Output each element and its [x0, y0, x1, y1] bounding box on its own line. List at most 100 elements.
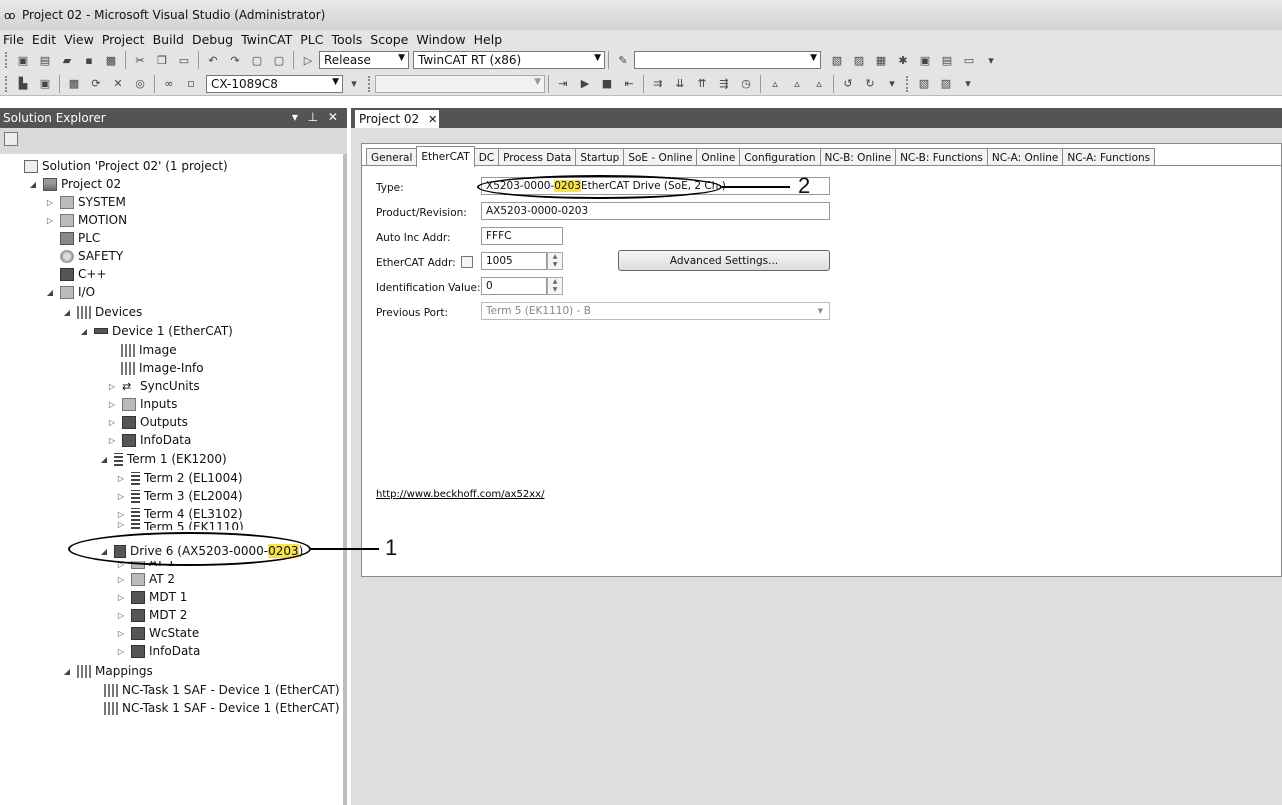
- restart-twincat-icon[interactable]: ▣: [37, 77, 53, 91]
- tree-item-term1[interactable]: ◢ Term 1 (EK1200): [98, 450, 227, 468]
- find-icon[interactable]: ✎: [615, 53, 631, 67]
- toolbar-grip[interactable]: [906, 75, 910, 92]
- config-mode-icon[interactable]: ▩: [66, 77, 82, 91]
- solution-platform-select[interactable]: TwinCAT RT (x86) ▼: [413, 51, 605, 69]
- save-icon[interactable]: ▪: [81, 53, 97, 67]
- tree-item-mapping1[interactable]: NC-Task 1 SAF - Device 1 (EtherCAT) 1: [104, 681, 343, 699]
- collapse-arrow-icon[interactable]: ◢: [61, 667, 73, 676]
- expand-arrow-icon[interactable]: ▷: [44, 216, 56, 225]
- tree-item-system[interactable]: ▷ SYSTEM: [44, 193, 126, 211]
- toggle-free-run-icon[interactable]: ◎: [132, 77, 148, 91]
- toolbar-grip[interactable]: [5, 75, 9, 92]
- tab-dc[interactable]: DC: [473, 148, 500, 166]
- paste-icon[interactable]: ▭: [176, 53, 192, 67]
- tree-item-infodata[interactable]: ▷ InfoData: [106, 431, 191, 449]
- tree-item-infodata-drive[interactable]: ▷ InfoData: [115, 642, 200, 660]
- output-icon[interactable]: ▤: [939, 53, 955, 67]
- collapse-arrow-icon[interactable]: ◢: [78, 327, 90, 336]
- expand-arrow-icon[interactable]: ▷: [44, 198, 56, 207]
- reload-devices-icon[interactable]: ⟳: [88, 77, 104, 91]
- redo-icon[interactable]: ↷: [227, 53, 243, 67]
- target-system-select[interactable]: CX-1089C8 ▼: [206, 74, 343, 93]
- activate-configuration-icon[interactable]: ▙: [15, 77, 31, 91]
- save-all-icon[interactable]: ▩: [103, 53, 119, 67]
- tree-item-project[interactable]: ◢ Project 02: [27, 175, 121, 193]
- expand-arrow-icon[interactable]: ▷: [115, 474, 127, 483]
- new-project-icon[interactable]: ▣: [15, 53, 31, 67]
- expand-arrow-icon[interactable]: ▷: [115, 647, 127, 656]
- ethercat-addr-checkbox[interactable]: [461, 256, 473, 268]
- tree-item-inputs[interactable]: ▷ Inputs: [106, 395, 177, 413]
- ethercat-addr-field[interactable]: 1005: [481, 252, 547, 270]
- identification-value-spinner[interactable]: ▲ ▼: [547, 277, 563, 295]
- toolbar-grip[interactable]: [5, 52, 9, 68]
- tree-item-cpp[interactable]: C++: [60, 265, 107, 283]
- show-online-data-icon[interactable]: ∞: [161, 77, 177, 91]
- collapse-arrow-icon[interactable]: ◢: [44, 288, 56, 297]
- tree-item-solution[interactable]: Solution 'Project 02' (1 project): [24, 157, 228, 175]
- properties-icon[interactable]: [4, 132, 18, 146]
- menu-view[interactable]: View: [64, 32, 94, 47]
- beckhoff-product-link[interactable]: http://www.beckhoff.com/ax52xx/: [376, 489, 544, 500]
- menu-edit[interactable]: Edit: [32, 32, 56, 47]
- bookmark-icon[interactable]: ▧: [916, 77, 932, 91]
- watch-icon[interactable]: ▨: [938, 77, 954, 91]
- pin-icon[interactable]: ▾ ⊥ ✕: [292, 110, 341, 124]
- toolbar-grip[interactable]: [368, 75, 372, 92]
- tab-startup[interactable]: Startup: [575, 148, 625, 166]
- tab-nc-a-online[interactable]: NC-A: Online: [986, 148, 1064, 166]
- expand-arrow-icon[interactable]: ▷: [115, 575, 127, 584]
- tab-nc-b-functions[interactable]: NC-B: Functions: [895, 148, 988, 166]
- tree-item-outputs[interactable]: ▷ Outputs: [106, 413, 188, 431]
- tab-ethercat[interactable]: EtherCAT: [416, 146, 475, 167]
- tree-item-mapping2[interactable]: NC-Task 1 SAF - Device 1 (EtherCAT) Info: [104, 699, 343, 717]
- overflow-icon[interactable]: ▾: [884, 77, 900, 91]
- overflow-icon[interactable]: ▾: [983, 53, 999, 67]
- cut-icon[interactable]: ✂: [132, 53, 148, 67]
- tree-item-syncunits[interactable]: ▷ ⇄ SyncUnits: [106, 377, 200, 395]
- tab-soe-online[interactable]: SoE - Online: [623, 148, 698, 166]
- tab-general[interactable]: General: [366, 148, 418, 166]
- menu-scope[interactable]: Scope: [370, 32, 408, 47]
- overflow-icon[interactable]: ▾: [346, 77, 362, 91]
- menu-help[interactable]: Help: [474, 32, 503, 47]
- tree-item-mappings[interactable]: ◢ Mappings: [61, 662, 153, 680]
- scan-icon[interactable]: ✕: [110, 77, 126, 91]
- menu-plc[interactable]: PLC: [300, 32, 323, 47]
- ethercat-addr-spinner[interactable]: ▲ ▼: [547, 252, 563, 270]
- menu-file[interactable]: File: [3, 32, 24, 47]
- overflow-icon[interactable]: ▾: [960, 77, 976, 91]
- menu-project[interactable]: Project: [102, 32, 145, 47]
- expand-arrow-icon[interactable]: ▷: [115, 510, 127, 519]
- tree-item-image-info[interactable]: Image-Info: [121, 359, 204, 377]
- tree-item-image[interactable]: Image: [121, 341, 177, 359]
- menu-window[interactable]: Window: [416, 32, 465, 47]
- menu-debug[interactable]: Debug: [192, 32, 233, 47]
- tree-item-mdt2[interactable]: ▷ MDT 2: [115, 606, 187, 624]
- expand-arrow-icon[interactable]: ▷: [115, 520, 127, 529]
- undo-icon[interactable]: ↶: [205, 53, 221, 67]
- expand-arrow-icon[interactable]: ▷: [115, 629, 127, 638]
- menu-tools[interactable]: Tools: [331, 32, 362, 47]
- expand-arrow-icon[interactable]: ▷: [115, 492, 127, 501]
- tab-configuration[interactable]: Configuration: [739, 148, 821, 166]
- tree-item-devices[interactable]: ◢ Devices: [61, 303, 142, 321]
- find-in-files-icon[interactable]: ▧: [829, 53, 845, 67]
- advanced-settings-button[interactable]: Advanced Settings...: [618, 250, 830, 271]
- toolbox-icon[interactable]: ✱: [895, 53, 911, 67]
- find-combo[interactable]: ▼: [634, 51, 821, 69]
- tab-process-data[interactable]: Process Data: [498, 148, 577, 166]
- tab-online[interactable]: Online: [696, 148, 741, 166]
- object-browser-icon[interactable]: ▣: [917, 53, 933, 67]
- collapse-arrow-icon[interactable]: ◢: [27, 180, 39, 189]
- collapse-arrow-icon[interactable]: ◢: [61, 308, 73, 317]
- expand-arrow-icon[interactable]: ▷: [106, 436, 118, 445]
- navigate-forward-icon[interactable]: ▢: [271, 53, 287, 67]
- tree-item-term3[interactable]: ▷ Term 3 (EL2004): [115, 487, 243, 505]
- expand-arrow-icon[interactable]: ▷: [106, 382, 118, 391]
- collapse-arrow-icon[interactable]: ◢: [98, 455, 110, 464]
- menu-twincat[interactable]: TwinCAT: [241, 32, 292, 47]
- tree-item-mdt1[interactable]: ▷ MDT 1: [115, 588, 187, 606]
- expand-arrow-icon[interactable]: ▷: [115, 611, 127, 620]
- tree-item-at2[interactable]: ▷ AT 2: [115, 570, 175, 588]
